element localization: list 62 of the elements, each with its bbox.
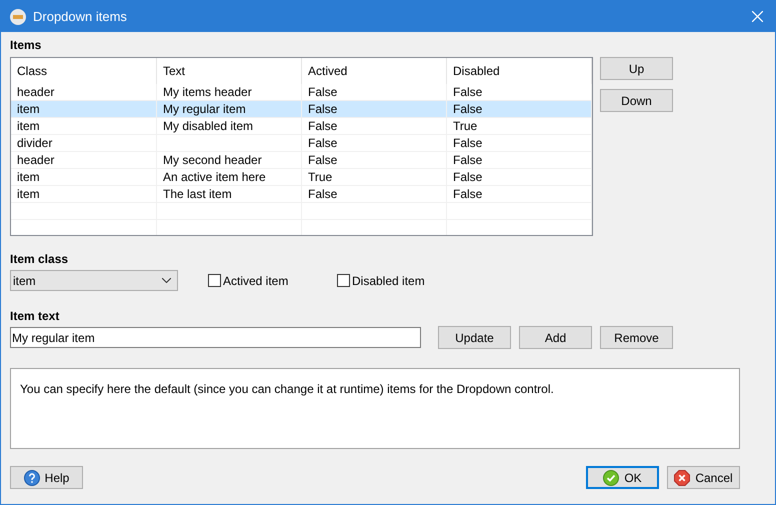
table-row[interactable]: item My regular item False False — [11, 101, 592, 118]
checkbox-label[interactable]: Actived item — [223, 272, 288, 290]
table-cell: My items header — [157, 84, 302, 100]
table-cell: False — [447, 84, 592, 100]
table-cell: False — [447, 186, 592, 202]
table-cell: False — [447, 152, 592, 168]
button[interactable]: Update — [438, 326, 511, 349]
app-icon — [9, 8, 27, 26]
button[interactable]: Remove — [600, 326, 673, 349]
table-cell: False — [302, 118, 447, 134]
table-cell: header — [11, 84, 157, 100]
table-cell: False — [447, 135, 592, 151]
table-cell: An active item here — [157, 169, 302, 185]
table-cell: item — [11, 118, 157, 134]
checkbox[interactable] — [337, 274, 350, 287]
table-row[interactable]: item My disabled item False True — [11, 118, 592, 135]
chevron-down-icon — [162, 278, 171, 283]
checkbox[interactable] — [208, 274, 221, 287]
table-cell: header — [11, 152, 157, 168]
column-header[interactable]: Class — [11, 58, 157, 84]
table-cell: False — [302, 135, 447, 151]
table-row[interactable]: header My second header False False — [11, 152, 592, 169]
table-cell: item — [11, 169, 157, 185]
button[interactable]: Up — [600, 57, 673, 80]
table-cell: divider — [11, 135, 157, 151]
table-cell: False — [302, 186, 447, 202]
field-label: Item class — [10, 252, 68, 266]
column-header[interactable]: Actived — [302, 58, 447, 84]
table-cell: False — [302, 152, 447, 168]
cancel-icon — [674, 470, 690, 486]
checkbox-label[interactable]: Disabled item — [352, 272, 425, 290]
table-cell: My second header — [157, 152, 302, 168]
table-cell: False — [302, 101, 447, 117]
table-cell: item — [11, 186, 157, 202]
check-icon — [603, 470, 620, 486]
table-cell: The last item — [157, 186, 302, 202]
section-label: Items — [10, 38, 42, 52]
window-title: Dropdown items — [33, 8, 127, 26]
column-header[interactable]: Disabled — [447, 58, 592, 84]
button[interactable]: Help — [10, 466, 83, 489]
help-icon — [24, 470, 40, 486]
item-text-field[interactable]: My regular item — [10, 327, 421, 348]
class-dropdown[interactable]: item — [10, 270, 178, 291]
button[interactable]: Cancel — [667, 466, 740, 489]
table-row[interactable]: divider False False — [11, 135, 592, 152]
table-row[interactable]: item The last item False False — [11, 186, 592, 203]
close-icon[interactable] — [752, 11, 763, 22]
button[interactable]: OK — [586, 466, 659, 489]
button[interactable]: Add — [519, 326, 592, 349]
field-label: Item text — [10, 309, 60, 323]
table-row[interactable]: item An active item here True False — [11, 169, 592, 186]
table-cell: My disabled item — [157, 118, 302, 134]
table-cell: item — [11, 101, 157, 117]
table-cell: True — [447, 118, 592, 134]
table-cell: False — [447, 101, 592, 117]
table-cell: False — [447, 169, 592, 185]
table-cell: True — [302, 169, 447, 185]
button[interactable]: Down — [600, 89, 673, 112]
table-cell: False — [302, 84, 447, 100]
description-text: You can specify here the default (since you can change it at runtime) items for the Dropdown control. — [20, 382, 554, 396]
column-header[interactable]: Text — [157, 58, 302, 84]
table-cell: My regular item — [157, 101, 302, 117]
